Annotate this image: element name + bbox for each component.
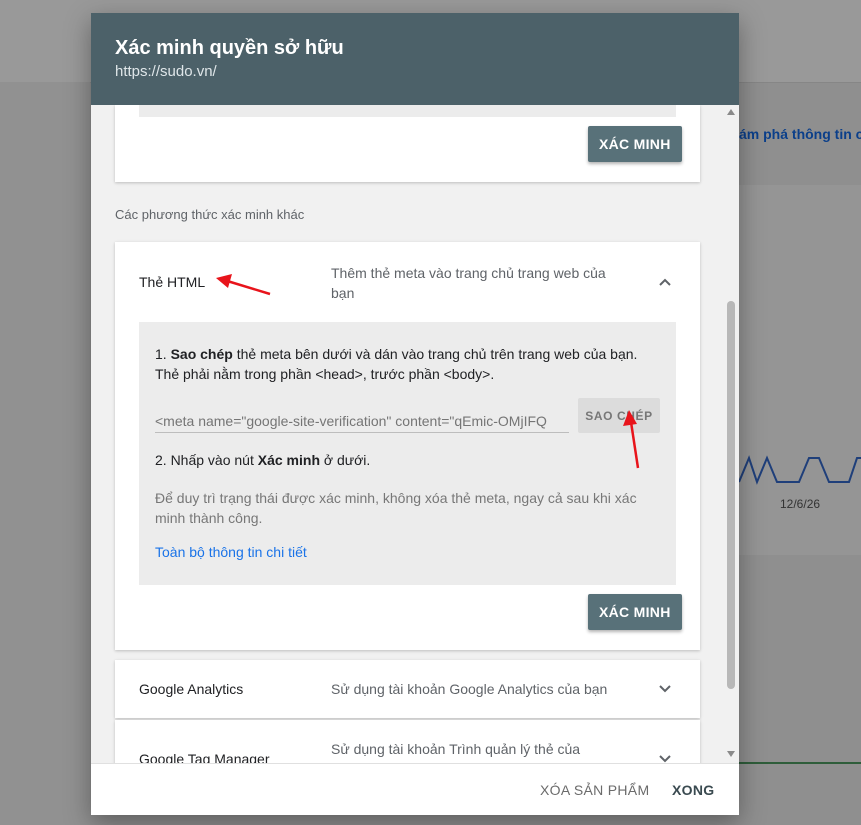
dialog-footer: XÓA SẢN PHẨM XONG xyxy=(91,763,739,815)
google-tag-manager-method-name: Google Tag Manager xyxy=(139,751,270,763)
google-tag-manager-method-description: Sử dụng tài khoản Trình quản lý thẻ của xyxy=(331,741,581,757)
copy-button[interactable]: SAO CHÉP xyxy=(578,398,660,433)
step-1-number: 1. xyxy=(155,346,171,362)
property-url: https://sudo.vn/ xyxy=(115,63,217,80)
verify-ownership-dialog: Xác minh quyền sở hữu https://sudo.vn/ X… xyxy=(91,13,739,815)
chevron-down-icon[interactable] xyxy=(658,752,672,763)
chevron-down-icon[interactable] xyxy=(658,682,672,696)
background-divider xyxy=(739,762,861,764)
step-2-prefix: 2. Nhấp vào nút xyxy=(155,452,258,468)
verify-button-recommended[interactable]: XÁC MINH xyxy=(588,126,682,162)
dialog-title: Xác minh quyền sở hữu xyxy=(115,37,344,59)
background-sidebar xyxy=(0,82,90,825)
other-methods-heading: Các phương thức xác minh khác xyxy=(115,207,305,222)
step-1-bold: Sao chép xyxy=(170,346,233,362)
google-tag-manager-method-card[interactable]: Google Tag Manager Sử dụng tài khoản Trì… xyxy=(115,720,700,763)
google-analytics-method-description: Sử dụng tài khoản Google Analytics của b… xyxy=(331,681,608,697)
html-tag-method-name[interactable]: Thẻ HTML xyxy=(139,274,205,290)
scroll-up-arrow-icon[interactable] xyxy=(727,109,735,115)
done-button[interactable]: XONG xyxy=(664,772,722,808)
html-tag-method-card: Thẻ HTML Thêm thẻ meta vào trang chủ tra… xyxy=(115,242,700,650)
keep-verified-note: Để duy trì trạng thái được xác minh, khô… xyxy=(155,490,637,526)
dialog-scroll-area[interactable]: XÁC MINH Các phương thức xác minh khác T… xyxy=(91,105,739,763)
chevron-up-icon[interactable] xyxy=(658,275,672,289)
google-analytics-method-card[interactable]: Google Analytics Sử dụng tài khoản Googl… xyxy=(115,660,700,718)
step-2-text: 2. Nhấp vào nút Xác minh ở dưới. xyxy=(155,452,370,468)
background-date-label: 12/6/26 xyxy=(780,497,821,511)
dialog-header: Xác minh quyền sở hữu https://sudo.vn/ xyxy=(91,13,739,105)
recommended-method-card: XÁC MINH xyxy=(115,105,700,182)
scrollbar-thumb[interactable] xyxy=(727,301,735,689)
recommended-method-content xyxy=(139,105,676,117)
meta-tag-field[interactable] xyxy=(155,410,569,433)
step-2-suffix: ở dưới. xyxy=(320,452,371,468)
google-analytics-method-name: Google Analytics xyxy=(139,681,244,697)
verify-button-html-tag[interactable]: XÁC MINH xyxy=(588,594,682,630)
html-tag-instructions: 1. Sao chép thẻ meta bên dưới và dán vào… xyxy=(139,322,676,585)
scroll-down-arrow-icon[interactable] xyxy=(727,751,735,757)
step-2-bold: Xác minh xyxy=(257,452,320,468)
full-details-link[interactable]: Toàn bộ thông tin chi tiết xyxy=(155,544,307,560)
background-link: ám phá thông tin c xyxy=(739,126,861,142)
background-chart-line xyxy=(739,455,861,485)
step-1-text: 1. Sao chép thẻ meta bên dưới và dán vào… xyxy=(155,344,665,384)
html-tag-method-description: Thêm thẻ meta vào trang chủ trang web củ… xyxy=(331,265,606,301)
dialog-scrollbar[interactable] xyxy=(723,105,739,763)
remove-property-button[interactable]: XÓA SẢN PHẨM xyxy=(532,772,657,808)
